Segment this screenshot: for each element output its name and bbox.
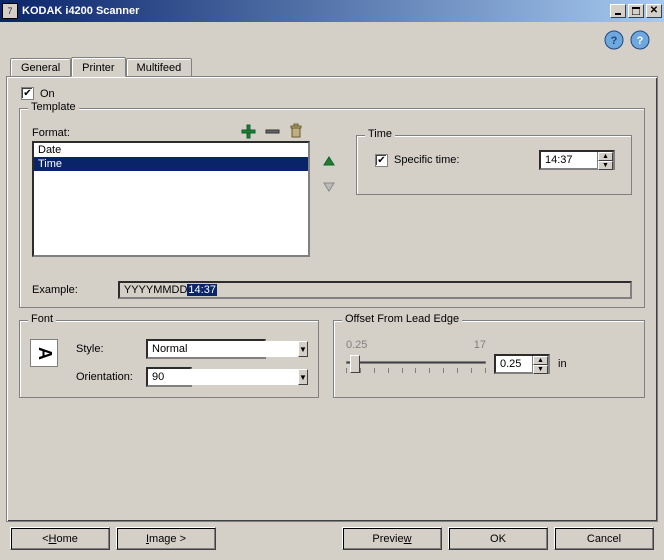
- svg-text:?: ?: [611, 35, 618, 47]
- home-button[interactable]: < Home: [10, 527, 110, 550]
- example-field: YYYYMMDD14:37: [118, 281, 632, 299]
- offset-input[interactable]: [496, 356, 532, 372]
- spin-up[interactable]: ▲: [533, 356, 548, 365]
- window-title: KODAK i4200 Scanner: [22, 5, 608, 17]
- app-icon: 7: [2, 3, 18, 19]
- cancel-button[interactable]: Cancel: [554, 527, 654, 550]
- tab-general[interactable]: General: [10, 58, 71, 76]
- image-button[interactable]: Image >: [116, 527, 216, 550]
- format-label: Format:: [32, 127, 322, 139]
- spin-down[interactable]: ▼: [598, 161, 613, 170]
- example-highlight: 14:37: [187, 284, 217, 296]
- preview-button[interactable]: Preview: [342, 527, 442, 550]
- example-prefix: YYYYMMDD: [124, 284, 188, 296]
- spin-down[interactable]: ▼: [533, 365, 548, 374]
- chevron-down-icon[interactable]: ▼: [298, 341, 308, 357]
- offset-max: 17: [474, 339, 486, 351]
- tab-panel: ✔ On Template Format: Date Time: [6, 76, 658, 522]
- font-legend: Font: [28, 313, 56, 325]
- time-legend: Time: [365, 128, 395, 140]
- move-down-button: [320, 177, 338, 195]
- format-listbox[interactable]: Date Time: [32, 141, 310, 257]
- spin-up[interactable]: ▲: [598, 152, 613, 161]
- specific-time-checkbox[interactable]: ✔: [375, 154, 388, 167]
- list-item[interactable]: Date: [34, 143, 308, 157]
- tab-strip: General Printer Multifeed: [6, 54, 658, 76]
- help-icons: ? ?: [602, 28, 652, 52]
- specific-time-label: Specific time:: [394, 154, 533, 166]
- orientation-combo[interactable]: ▼: [146, 367, 192, 387]
- whatsthis-icon[interactable]: ?: [602, 28, 626, 52]
- font-group: Font A Style: ▼ Orientation:: [19, 320, 319, 398]
- offset-spinner[interactable]: ▲▼: [494, 354, 550, 374]
- template-legend: Template: [28, 101, 79, 113]
- time-spinner[interactable]: ▲▼: [539, 150, 615, 170]
- help-icon[interactable]: ?: [628, 28, 652, 52]
- time-group: Time ✔ Specific time: ▲▼: [356, 135, 632, 195]
- orientation-label: Orientation:: [76, 371, 146, 383]
- close-button[interactable]: ✕: [646, 4, 662, 18]
- on-label: On: [40, 88, 55, 100]
- time-input[interactable]: [541, 152, 597, 168]
- style-input[interactable]: [148, 341, 298, 357]
- on-checkbox[interactable]: ✔: [21, 87, 34, 100]
- ok-button[interactable]: OK: [448, 527, 548, 550]
- move-up-button[interactable]: [320, 153, 338, 171]
- list-item[interactable]: Time: [34, 157, 308, 171]
- style-combo[interactable]: ▼: [146, 339, 266, 359]
- minimize-button[interactable]: [610, 4, 626, 18]
- button-bar: < Home Image > Preview OK Cancel: [10, 527, 654, 550]
- svg-text:?: ?: [637, 35, 644, 47]
- offset-min: 0.25: [346, 339, 367, 351]
- offset-slider[interactable]: [346, 353, 486, 375]
- template-group: Template Format: Date Time Time: [19, 108, 645, 308]
- font-preview-icon: A: [30, 339, 58, 367]
- style-label: Style:: [76, 343, 146, 355]
- example-label: Example:: [32, 284, 78, 296]
- tab-multifeed[interactable]: Multifeed: [126, 58, 193, 76]
- offset-legend: Offset From Lead Edge: [342, 313, 462, 325]
- maximize-button[interactable]: [628, 4, 644, 18]
- orientation-input[interactable]: [148, 369, 298, 385]
- chevron-down-icon[interactable]: ▼: [298, 369, 308, 385]
- offset-group: Offset From Lead Edge 0.25 17: [333, 320, 645, 398]
- title-bar: 7 KODAK i4200 Scanner ✕: [0, 0, 664, 22]
- tab-printer[interactable]: Printer: [71, 57, 125, 77]
- offset-unit: in: [558, 358, 567, 370]
